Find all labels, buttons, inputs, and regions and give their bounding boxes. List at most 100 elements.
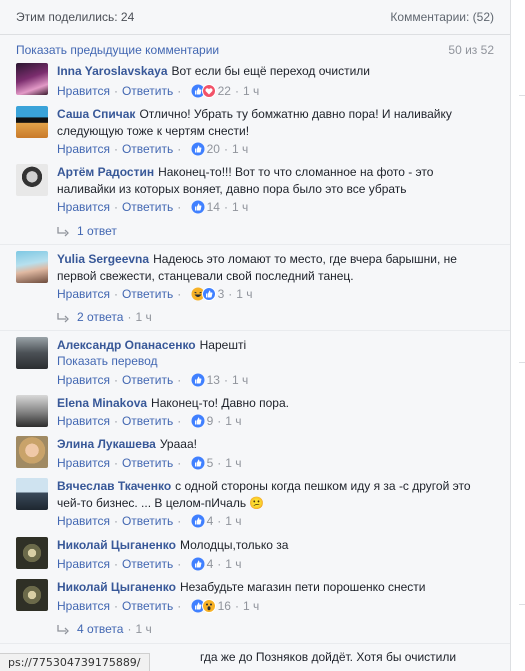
- comment-text: Наконец-то! Давно пора.: [151, 396, 289, 410]
- reply-timestamp[interactable]: 1 ч: [135, 622, 151, 636]
- show-translation-link[interactable]: Показать перевод: [57, 354, 158, 368]
- like-button[interactable]: Нравится: [57, 200, 110, 214]
- comment-author-link[interactable]: Артём Радостин: [57, 165, 154, 179]
- avatar[interactable]: [16, 337, 48, 369]
- comment-timestamp[interactable]: 1 ч: [225, 456, 241, 470]
- comment-timestamp[interactable]: 1 ч: [243, 84, 259, 98]
- view-replies-link[interactable]: 1 ответ: [57, 224, 117, 240]
- comment-text: Незабудьте магазин пети порошенко снести: [179, 580, 426, 594]
- avatar[interactable]: [16, 436, 48, 468]
- reply-arrow-icon: [57, 226, 69, 240]
- like-reaction-icon[interactable]: [191, 200, 205, 217]
- reply-button[interactable]: Ответить: [122, 84, 173, 98]
- reaction-count[interactable]: 4: [207, 557, 214, 571]
- comments-count: Комментарии: (52): [390, 10, 494, 24]
- like-button[interactable]: Нравится: [57, 557, 110, 571]
- replies-count-label[interactable]: 2 ответа: [77, 310, 123, 324]
- reply-button[interactable]: Ответить: [122, 200, 173, 214]
- wow-reaction-icon[interactable]: [201, 599, 216, 616]
- love-reaction-icon[interactable]: [201, 84, 216, 101]
- comment-text: Вот если бы ещё переход очистили: [171, 64, 371, 78]
- reaction-count[interactable]: 20: [207, 142, 220, 156]
- reply-button[interactable]: Ответить: [122, 456, 173, 470]
- comment-author-link[interactable]: Саша Спичак: [57, 107, 135, 121]
- like-button[interactable]: Нравится: [57, 373, 110, 387]
- comment-author-link[interactable]: Николай Цыганенко: [57, 580, 176, 594]
- like-reaction-icon[interactable]: [191, 514, 205, 531]
- comment-timestamp[interactable]: 1 ч: [225, 557, 241, 571]
- comment-author-link[interactable]: Yulia Sergeevna: [57, 252, 149, 266]
- like-reaction-icon[interactable]: [191, 142, 205, 159]
- reaction-count[interactable]: 13: [207, 373, 220, 387]
- comment-author-link[interactable]: Inna Yaroslavskaya: [57, 64, 168, 78]
- comment-timestamp[interactable]: 1 ч: [232, 373, 248, 387]
- reaction-count[interactable]: 16: [218, 599, 231, 613]
- like-button[interactable]: Нравится: [57, 84, 110, 98]
- shares-count-link[interactable]: Этим поделились: 24: [16, 10, 134, 24]
- right-column-divider: [519, 95, 525, 96]
- right-column-edge: [511, 0, 525, 671]
- avatar[interactable]: [16, 537, 48, 569]
- replies-count-label[interactable]: 4 ответа: [77, 622, 123, 636]
- like-button[interactable]: Нравится: [57, 456, 110, 470]
- show-previous-comments-link[interactable]: Показать предыдущие комментарии: [16, 43, 219, 57]
- view-replies-link[interactable]: 4 ответа · 1 ч: [57, 622, 152, 638]
- comments-pager-count: 50 из 52: [448, 43, 494, 57]
- like-reaction-icon[interactable]: [191, 557, 205, 574]
- like-reaction-icon[interactable]: [191, 456, 205, 473]
- avatar[interactable]: [16, 251, 48, 283]
- like-button[interactable]: Нравится: [57, 287, 110, 301]
- like-button[interactable]: Нравится: [57, 514, 110, 528]
- reply-button[interactable]: Ответить: [122, 287, 173, 301]
- comment-timestamp[interactable]: 1 ч: [236, 287, 252, 301]
- comment-author-link[interactable]: Александр Опанасенко: [57, 338, 196, 352]
- comment-timestamp[interactable]: 1 ч: [243, 599, 259, 613]
- comment-timestamp[interactable]: 1 ч: [225, 414, 241, 428]
- thread-divider: [0, 244, 510, 245]
- comment-author-link[interactable]: Elena Minakova: [57, 396, 147, 410]
- comment-timestamp[interactable]: 1 ч: [225, 514, 241, 528]
- avatar[interactable]: [16, 164, 48, 196]
- comment-text: Молодцы,только за: [179, 538, 289, 552]
- avatar[interactable]: [16, 63, 48, 95]
- reaction-count[interactable]: 5: [207, 456, 214, 470]
- reply-button[interactable]: Ответить: [122, 142, 173, 156]
- avatar[interactable]: [16, 579, 48, 611]
- reaction-count[interactable]: 22: [218, 84, 231, 98]
- comment-timestamp[interactable]: 1 ч: [232, 200, 248, 214]
- avatar[interactable]: [16, 106, 48, 138]
- like-reaction-icon[interactable]: [201, 287, 216, 304]
- reply-button[interactable]: Ответить: [122, 373, 173, 387]
- avatar[interactable]: [16, 395, 48, 427]
- view-replies-link[interactable]: 2 ответа · 1 ч: [57, 310, 152, 326]
- reply-button[interactable]: Ответить: [122, 599, 173, 613]
- reaction-count[interactable]: 4: [207, 514, 214, 528]
- like-button[interactable]: Нравится: [57, 414, 110, 428]
- comment-timestamp[interactable]: 1 ч: [232, 142, 248, 156]
- reply-timestamp[interactable]: 1 ч: [135, 310, 151, 324]
- comment-text: Урааа!: [159, 437, 197, 451]
- reply-button[interactable]: Ответить: [122, 514, 173, 528]
- reply-arrow-icon: [57, 312, 69, 326]
- reaction-count[interactable]: 14: [207, 200, 220, 214]
- reaction-count[interactable]: 9: [207, 414, 214, 428]
- comment-author-link[interactable]: Вячеслав Ткаченко: [57, 479, 171, 493]
- right-column-divider: [519, 604, 525, 605]
- reply-arrow-icon: [57, 624, 69, 638]
- like-reaction-icon[interactable]: [191, 414, 205, 431]
- right-column-divider: [519, 362, 525, 363]
- reaction-count[interactable]: 3: [218, 287, 225, 301]
- replies-count-label[interactable]: 1 ответ: [77, 224, 117, 238]
- like-reaction-icon[interactable]: [191, 373, 205, 390]
- comment-author-link[interactable]: Элина Лукашева: [57, 437, 156, 451]
- avatar[interactable]: [16, 478, 48, 510]
- like-button[interactable]: Нравится: [57, 142, 110, 156]
- comment-text: Нарешті: [199, 338, 247, 352]
- reply-button[interactable]: Ответить: [122, 414, 173, 428]
- like-button[interactable]: Нравится: [57, 599, 110, 613]
- status-bar-url: ps://775304739175889/: [0, 653, 150, 671]
- comments-header: Этим поделились: 24 Комментарии: (52): [0, 0, 510, 35]
- reply-button[interactable]: Ответить: [122, 557, 173, 571]
- thread-divider: [0, 330, 510, 331]
- comment-author-link[interactable]: Николай Цыганенко: [57, 538, 176, 552]
